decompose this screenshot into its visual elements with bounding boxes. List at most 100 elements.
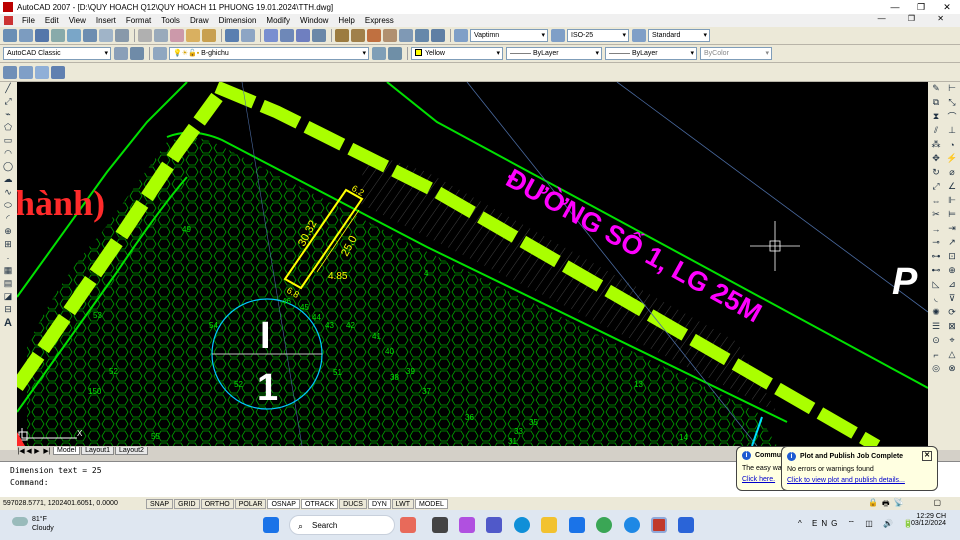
dim-text-edit-icon[interactable]: ⊽	[946, 293, 958, 304]
construction-line-icon[interactable]: ⤢	[2, 96, 14, 107]
copy-icon[interactable]	[154, 29, 168, 42]
cut-icon[interactable]	[138, 29, 152, 42]
dyn-toggle[interactable]: DYN	[367, 498, 391, 509]
menu-format[interactable]: Format	[121, 16, 156, 25]
weather-widget[interactable]: 81°F Cloudy	[12, 515, 54, 533]
region-icon[interactable]: ◪	[2, 291, 14, 302]
point-icon[interactable]: ·	[2, 252, 14, 263]
text-style-select[interactable]: Vaptimn	[470, 29, 548, 42]
design-center-icon[interactable]	[351, 29, 365, 42]
quickcalc-icon[interactable]	[415, 29, 429, 42]
mtext-icon[interactable]: A	[2, 317, 14, 329]
insert-block-icon[interactable]: ⊕	[2, 226, 14, 237]
tab-last-button[interactable]: ▶|	[41, 447, 53, 455]
sheet-set-icon[interactable]	[383, 29, 397, 42]
workspace-save-icon[interactable]	[130, 47, 144, 60]
table-icon[interactable]: ⊟	[2, 304, 14, 315]
dim-linear-icon[interactable]: ⊢	[946, 83, 958, 94]
menu-tools[interactable]: Tools	[156, 16, 185, 25]
tolerance-icon[interactable]: ⊡	[946, 251, 958, 262]
revcloud-icon[interactable]: ☁	[2, 174, 14, 185]
rectangle-icon[interactable]: ▭	[2, 135, 14, 146]
menu-dimension[interactable]: Dimension	[214, 16, 262, 25]
snap-node-icon[interactable]: ⊗	[946, 363, 958, 374]
single-viewport-icon[interactable]	[19, 65, 33, 79]
snap-toggle[interactable]: SNAP	[146, 498, 174, 509]
system-tray[interactable]: ^ ENG ⌔ ◫ 🔊 🔋	[798, 519, 917, 529]
zoom-realtime-icon[interactable]	[280, 29, 294, 42]
match-properties-icon[interactable]	[186, 29, 200, 42]
tab-layout1[interactable]: Layout1	[81, 447, 114, 455]
menu-window[interactable]: Window	[295, 16, 333, 25]
copy-object-icon[interactable]: ⧉	[930, 97, 942, 108]
table-style-select[interactable]: Standard	[648, 29, 710, 42]
offset-icon[interactable]: ⫽	[930, 125, 942, 136]
array-icon[interactable]: ⁂	[930, 139, 942, 150]
polar-toggle[interactable]: POLAR	[234, 498, 267, 509]
polyline-icon[interactable]: ⌁	[2, 109, 14, 120]
clean-screen-icon[interactable]: ▢	[934, 498, 942, 509]
start-icon[interactable]	[263, 517, 279, 533]
layer-properties-icon[interactable]	[153, 47, 167, 60]
dim-continue-icon[interactable]: ⇥	[946, 223, 958, 234]
open-icon[interactable]	[19, 29, 33, 42]
chamfer-icon[interactable]: ◺	[930, 279, 942, 290]
plot-details-link[interactable]: Click to view plot and publish details..…	[787, 477, 905, 484]
break-icon[interactable]: ⊶	[930, 251, 942, 262]
tab-prev-button[interactable]: ◀	[25, 447, 33, 455]
menu-draw[interactable]: Draw	[185, 16, 214, 25]
dwf-icon[interactable]	[99, 29, 113, 42]
widgets-app-icon[interactable]	[459, 517, 475, 533]
convert-viewport-icon[interactable]	[51, 65, 65, 79]
make-current-layer-icon[interactable]	[372, 47, 386, 60]
comm-center-icon[interactable]: 📡	[894, 498, 904, 509]
chrome-app-icon[interactable]	[596, 517, 612, 533]
osnap-toggle[interactable]: OSNAP	[267, 498, 300, 509]
lock-icon[interactable]: 🔒	[868, 498, 878, 509]
extend-icon[interactable]: →	[930, 223, 942, 234]
lineweight-select[interactable]: ——— ByLayer	[605, 47, 697, 60]
trim-icon[interactable]: ✂	[930, 209, 942, 220]
snap-from-icon[interactable]: ⊙	[930, 335, 942, 346]
dim-radius-icon[interactable]: ◔	[946, 139, 958, 150]
pan-icon[interactable]	[264, 29, 278, 42]
dim-style-select[interactable]: ISO-25	[567, 29, 629, 42]
snap-endpoint-icon[interactable]: ⌐	[930, 349, 942, 360]
document-icon[interactable]	[4, 16, 13, 25]
save-icon[interactable]	[35, 29, 49, 42]
mirror-icon[interactable]: ⧗	[930, 111, 942, 122]
move-icon[interactable]: ✥	[930, 153, 942, 164]
break-point-icon[interactable]: ⊸	[930, 237, 942, 248]
comm-balloon-link[interactable]: Click here.	[742, 476, 775, 483]
dim-diameter-icon[interactable]: ⌀	[946, 167, 958, 178]
quick-dim-icon[interactable]: ⊩	[946, 195, 958, 206]
explode-icon[interactable]: ✺	[930, 307, 942, 318]
document-window-controls[interactable]: — ❐ ✕	[878, 14, 954, 23]
tab-first-button[interactable]: |◀	[17, 447, 25, 455]
ducs-toggle[interactable]: DUCS	[339, 498, 367, 509]
ellipse-icon[interactable]: ⬭	[2, 200, 14, 211]
zalo-app-icon[interactable]	[624, 517, 640, 533]
clock[interactable]: 12:29 CH 03/12/2024	[911, 513, 946, 527]
menu-file[interactable]: File	[17, 16, 40, 25]
3d-dwf-icon[interactable]	[115, 29, 129, 42]
menu-view[interactable]: View	[64, 16, 91, 25]
close-button[interactable]: ✕	[934, 2, 960, 13]
menu-help[interactable]: Help	[333, 16, 359, 25]
spline-icon[interactable]: ∿	[2, 187, 14, 198]
edge-app-icon[interactable]	[514, 517, 530, 533]
menu-insert[interactable]: Insert	[91, 16, 121, 25]
menu-edit[interactable]: Edit	[40, 16, 64, 25]
copilot-app-icon[interactable]	[400, 517, 416, 533]
tab-model[interactable]: Model	[53, 447, 81, 455]
join-icon[interactable]: ⊷	[930, 265, 942, 276]
layer-select[interactable]: 💡☀🔓▪ B-ghichu	[169, 47, 369, 60]
redo-icon[interactable]	[241, 29, 255, 42]
menu-express[interactable]: Express	[360, 16, 399, 25]
drawing-canvas[interactable]: X ĐƯỜNG SỐ 1, LG 25M hành) P I 1 30.32 2…	[17, 82, 928, 446]
tab-next-button[interactable]: ▶	[33, 447, 41, 455]
tab-layout2[interactable]: Layout2	[115, 447, 148, 455]
teams-app-icon[interactable]	[486, 517, 502, 533]
markup-icon[interactable]	[399, 29, 413, 42]
linetype-select[interactable]: ——— ByLayer	[506, 47, 602, 60]
